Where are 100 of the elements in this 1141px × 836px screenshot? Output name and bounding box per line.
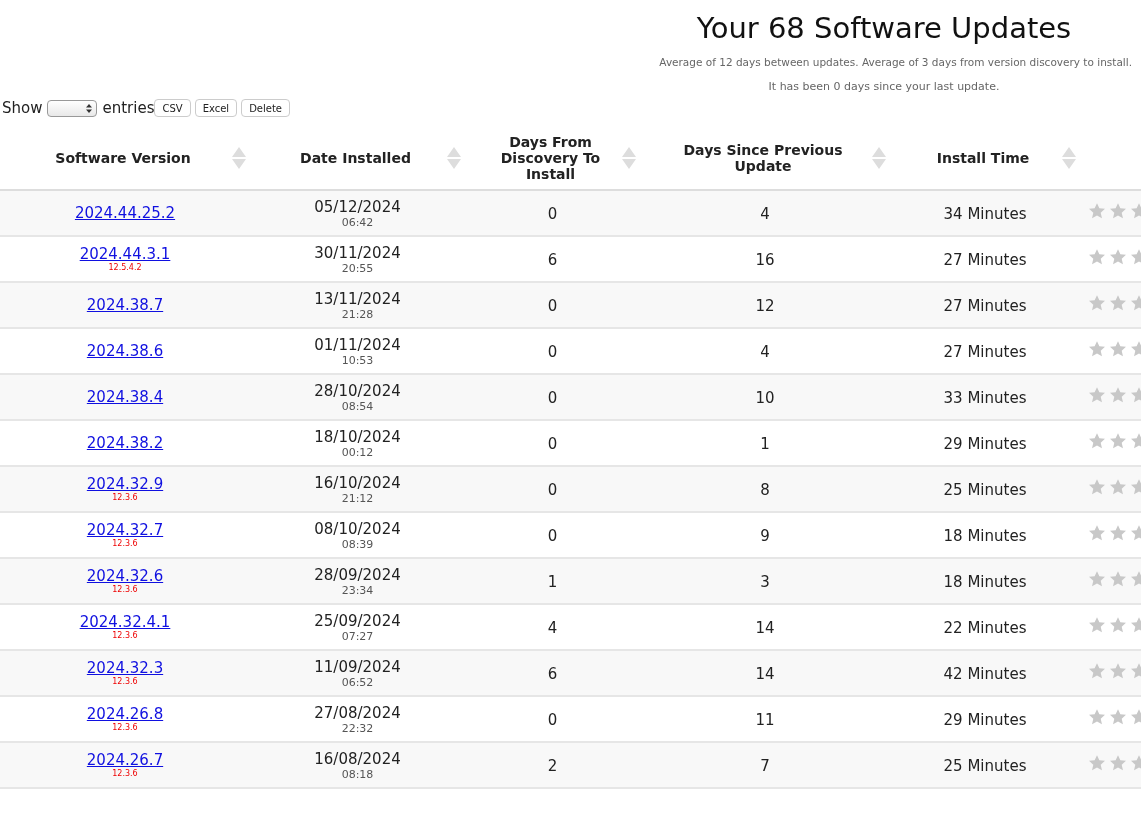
entries-select[interactable] (47, 99, 98, 117)
time-text: 21:12 (341, 491, 374, 505)
version-link[interactable]: 2024.32.7 (86, 522, 164, 539)
table-cell: 9 (760, 526, 770, 545)
star-icon[interactable] (1109, 524, 1127, 542)
star-icon[interactable] (1088, 570, 1106, 588)
table-cell: 22 Minutes (943, 618, 1027, 637)
table-cell: 27 Minutes (943, 342, 1027, 361)
version-link[interactable]: 2024.32.4.1 (79, 614, 171, 631)
star-icon[interactable] (1109, 478, 1127, 496)
date-text: 11/09/2024 (314, 657, 401, 676)
star-icon[interactable] (1088, 524, 1106, 542)
table-cell: 14 (755, 618, 775, 637)
sort-icon[interactable] (447, 147, 461, 169)
table-cell: 25 Minutes (943, 480, 1027, 499)
time-text: 20:55 (341, 261, 374, 275)
star-icon[interactable] (1109, 294, 1127, 312)
stats-text: Average of 12 days between updates. Average of 3 days from version discovery to install. (658, 56, 1132, 68)
sort-icon[interactable] (872, 147, 886, 169)
version-link[interactable]: 2024.26.7 (86, 752, 164, 769)
export-button[interactable]: Delete (241, 99, 290, 117)
date-text: 25/09/2024 (314, 611, 401, 630)
table-cell: 29 Minutes (943, 434, 1027, 453)
table-cell: 6 (547, 250, 558, 269)
star-icon[interactable] (1109, 616, 1127, 634)
version-link[interactable]: 2024.32.6 (86, 568, 164, 585)
table-cell: 0 (547, 296, 558, 315)
sub-version: 12.3.6 (112, 677, 138, 686)
table-cell: 0 (547, 526, 558, 545)
table-cell: 42 Minutes (943, 664, 1027, 683)
sort-icon[interactable] (232, 147, 246, 169)
sub-version: 12.3.6 (112, 631, 138, 640)
star-icon[interactable] (1088, 662, 1106, 680)
version-link[interactable]: 2024.38.4 (86, 388, 164, 406)
star-icon[interactable] (1109, 202, 1127, 220)
time-text: 21:28 (341, 307, 374, 321)
star-icon[interactable] (1109, 662, 1127, 680)
table-cell: 2 (547, 756, 558, 775)
star-icon[interactable] (1088, 386, 1106, 404)
date-text: 30/11/2024 (314, 243, 401, 262)
table-cell: 27 Minutes (943, 296, 1027, 315)
sub-version: 12.3.6 (112, 769, 138, 778)
time-text: 07:27 (341, 629, 374, 643)
version-link[interactable]: 2024.44.25.2 (74, 204, 176, 222)
version-link[interactable]: 2024.32.3 (86, 660, 164, 677)
time-text: 22:32 (341, 721, 374, 735)
date-text: 28/10/2024 (314, 381, 401, 400)
time-text: 08:39 (341, 537, 374, 551)
star-icon[interactable] (1088, 340, 1106, 358)
column-header[interactable]: Install Time (918, 150, 1048, 166)
table-cell: 34 Minutes (943, 204, 1027, 223)
star-icon[interactable] (1088, 294, 1106, 312)
table-cell: 3 (760, 572, 770, 591)
date-text: 18/10/2024 (314, 427, 401, 446)
version-link[interactable]: 2024.32.9 (86, 476, 164, 493)
star-icon[interactable] (1109, 386, 1127, 404)
column-header[interactable]: Days From Discovery To Install (493, 134, 608, 182)
sub-version: 12.3.6 (112, 585, 138, 594)
star-icon[interactable] (1088, 754, 1106, 772)
sub-version: 12.3.6 (112, 539, 138, 548)
star-icon[interactable] (1109, 570, 1127, 588)
version-link[interactable]: 2024.38.7 (86, 296, 164, 314)
table-cell: 0 (547, 388, 558, 407)
version-link[interactable]: 2024.38.2 (86, 434, 164, 452)
version-link[interactable]: 2024.38.6 (86, 342, 164, 360)
table-cell: 33 Minutes (943, 388, 1027, 407)
star-icon[interactable] (1109, 432, 1127, 450)
star-icon[interactable] (1109, 248, 1127, 266)
table-cell: 18 Minutes (943, 526, 1027, 545)
version-link[interactable]: 2024.26.8 (86, 706, 164, 723)
star-icon[interactable] (1109, 754, 1127, 772)
star-icon[interactable] (1109, 340, 1127, 358)
table-cell: 4 (760, 342, 770, 361)
date-text: 28/09/2024 (314, 565, 401, 584)
sort-icon[interactable] (1062, 147, 1076, 169)
time-text: 00:12 (341, 445, 374, 459)
time-text: 08:54 (341, 399, 374, 413)
star-icon[interactable] (1109, 708, 1127, 726)
export-button[interactable]: CSV (154, 99, 191, 117)
time-text: 06:42 (341, 215, 374, 229)
star-icon[interactable] (1088, 202, 1106, 220)
export-button[interactable]: Excel (194, 99, 238, 117)
stats-text: It has been 0 days since your last update. (767, 80, 1001, 93)
time-text: 23:34 (341, 583, 374, 597)
star-icon[interactable] (1088, 616, 1106, 634)
date-text: 05/12/2024 (314, 197, 401, 216)
table-cell: 0 (547, 710, 558, 729)
column-header[interactable]: Days Since Previous Update (668, 142, 858, 174)
star-icon[interactable] (1088, 248, 1106, 266)
column-header[interactable]: Date Installed (278, 150, 433, 166)
column-header[interactable]: Software Version (28, 150, 218, 166)
date-text: 13/11/2024 (314, 289, 401, 308)
table-cell: 27 Minutes (943, 250, 1027, 269)
sort-icon[interactable] (622, 147, 636, 169)
star-icon[interactable] (1088, 432, 1106, 450)
sub-version: 12.5.4.2 (108, 263, 142, 272)
star-icon[interactable] (1088, 478, 1106, 496)
version-link[interactable]: 2024.44.3.1 (79, 246, 171, 263)
star-icon[interactable] (1088, 708, 1106, 726)
table-cell: 1 (760, 434, 770, 453)
